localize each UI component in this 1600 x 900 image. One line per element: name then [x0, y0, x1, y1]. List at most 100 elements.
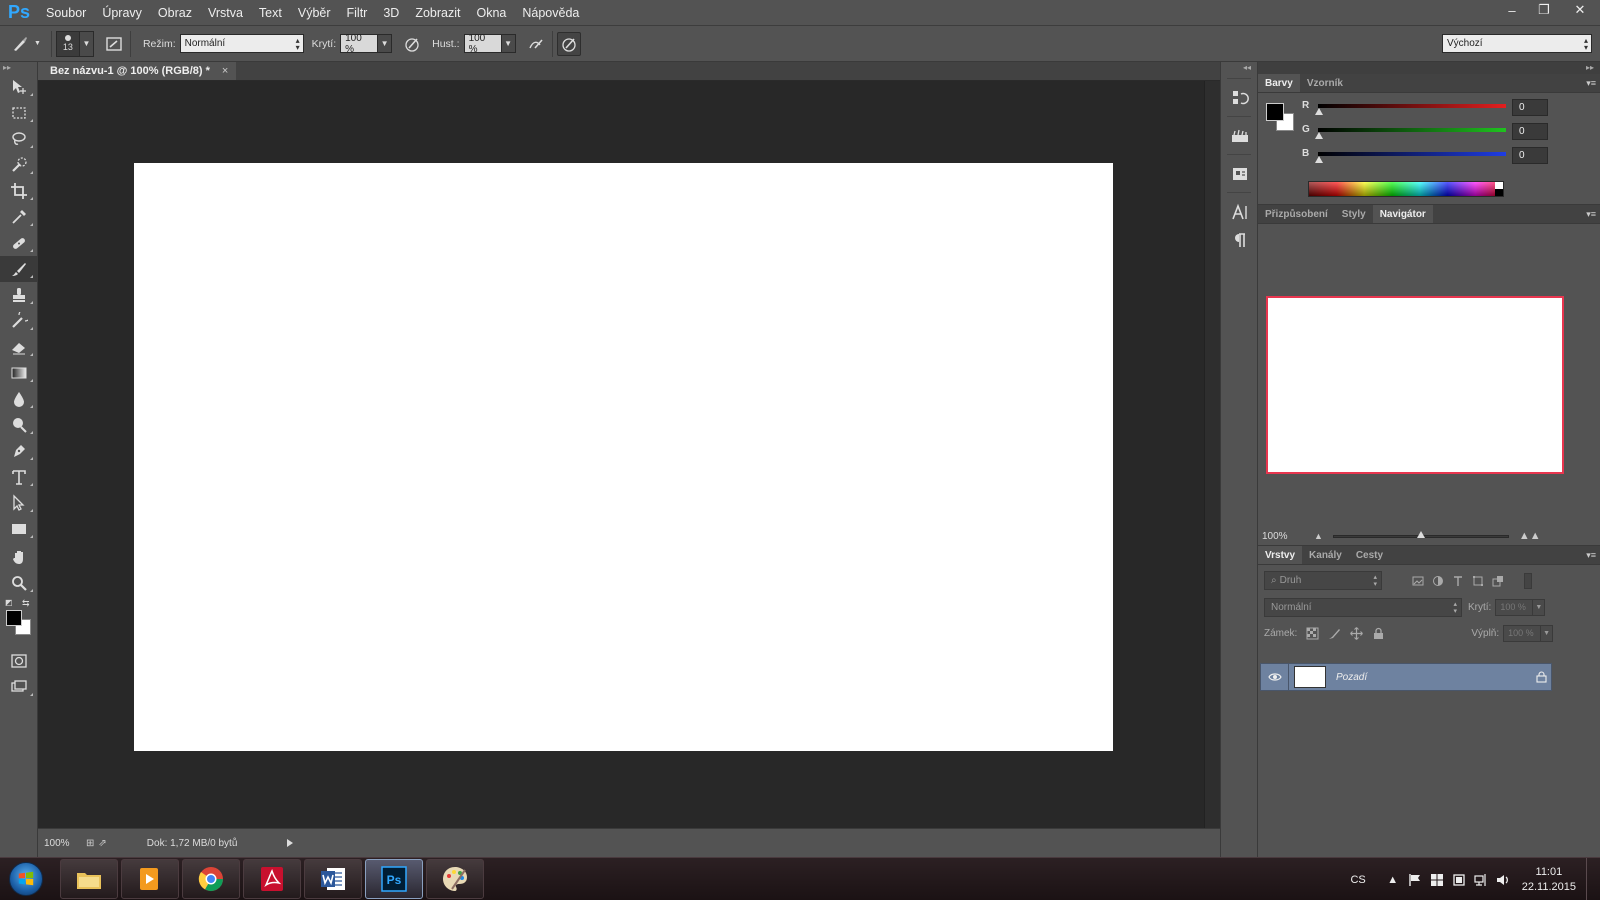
layer-thumbnail[interactable]: [1294, 666, 1326, 688]
layer-filter-select[interactable]: ⌕ Druh ▴ ▾: [1264, 571, 1382, 590]
visibility-eye-icon[interactable]: [1261, 663, 1289, 691]
red-channel-slider[interactable]: R 0: [1302, 99, 1592, 119]
opacity-input[interactable]: 100 %: [340, 33, 379, 55]
tab-cesty[interactable]: Cesty: [1349, 546, 1390, 564]
layer-opacity-dropdown[interactable]: ▼: [1533, 599, 1546, 616]
eraser-tool-icon[interactable]: [0, 334, 38, 360]
panel-menu-icon[interactable]: ▾≡: [1586, 550, 1596, 561]
workspace-select[interactable]: Výchozí ▴ ▾: [1442, 34, 1592, 53]
taskbar-media-player[interactable]: [121, 859, 179, 899]
taskbar-paint[interactable]: [426, 859, 484, 899]
brush-size-dropdown[interactable]: ▼: [79, 30, 94, 57]
red-slider-thumb[interactable]: [1315, 108, 1323, 115]
green-value-input[interactable]: 0: [1512, 123, 1548, 140]
fill-dropdown[interactable]: ▼: [1541, 625, 1554, 642]
panel-menu-icon[interactable]: ▾≡: [1586, 209, 1596, 220]
green-slider-thumb[interactable]: [1315, 132, 1323, 139]
dodge-tool-icon[interactable]: [0, 412, 38, 438]
brush-panel-toggle-icon[interactable]: [102, 32, 126, 56]
green-channel-slider[interactable]: G 0: [1302, 123, 1592, 143]
start-button[interactable]: [0, 858, 52, 900]
flow-dropdown[interactable]: ▼: [501, 34, 516, 53]
zoom-tool-icon[interactable]: [0, 570, 38, 596]
filter-smart-object-icon[interactable]: [1488, 575, 1508, 587]
clone-source-panel-icon[interactable]: [1221, 160, 1259, 188]
crop-tool-icon[interactable]: [0, 178, 38, 204]
menu-3d[interactable]: 3D: [375, 0, 407, 26]
status-zoom[interactable]: 100%: [38, 838, 82, 849]
close-document-icon[interactable]: ×: [222, 62, 228, 81]
filter-toggle-switch[interactable]: [1524, 572, 1532, 589]
menu-soubor[interactable]: Soubor: [38, 0, 94, 26]
history-brush-tool-icon[interactable]: [0, 308, 38, 334]
menu-upravy[interactable]: Úpravy: [94, 0, 150, 26]
menu-vrstva[interactable]: Vrstva: [200, 0, 251, 26]
zoom-slider-thumb[interactable]: [1416, 530, 1425, 538]
menu-napoveda[interactable]: Nápověda: [514, 0, 587, 26]
blend-mode-select[interactable]: Normální ▴ ▾: [1264, 598, 1462, 617]
brush-size-picker[interactable]: 13: [55, 30, 80, 57]
character-panel-icon[interactable]: [1221, 198, 1259, 226]
menu-okna[interactable]: Okna: [468, 0, 514, 26]
language-indicator[interactable]: CS: [1350, 874, 1365, 886]
menu-text[interactable]: Text: [251, 0, 290, 26]
dock-collapse-icon[interactable]: ◂◂: [1221, 62, 1257, 74]
taskbar-chrome[interactable]: [182, 859, 240, 899]
default-colors-icon[interactable]: ◩: [5, 598, 13, 607]
lock-position-icon[interactable]: [1345, 627, 1367, 640]
pressure-opacity-icon[interactable]: [400, 32, 424, 56]
blur-tool-icon[interactable]: [0, 386, 38, 412]
close-button[interactable]: ✕: [1560, 0, 1600, 20]
tab-barvy[interactable]: Barvy: [1258, 74, 1300, 92]
windows-update-icon[interactable]: [1426, 873, 1448, 887]
tab-prizpusobeni[interactable]: Přizpůsobení: [1258, 205, 1335, 223]
filter-type-icon[interactable]: [1448, 575, 1468, 587]
tab-navigator[interactable]: Navigátor: [1372, 205, 1433, 223]
status-menu-arrow-icon[interactable]: [287, 839, 294, 847]
zoom-in-icon[interactable]: ▲▲: [1519, 530, 1541, 542]
document-tab[interactable]: Bez názvu-1 @ 100% (RGB/8) * ×: [38, 62, 237, 81]
swap-colors-icon[interactable]: ⇆: [22, 598, 30, 609]
layer-opacity-input[interactable]: 100 %: [1495, 599, 1534, 616]
menu-vyber[interactable]: Výběr: [290, 0, 339, 26]
airbrush-icon[interactable]: [524, 32, 548, 56]
vertical-scrollbar[interactable]: [1204, 81, 1220, 828]
restore-button[interactable]: ❐: [1528, 0, 1560, 20]
pen-tool-icon[interactable]: [0, 438, 38, 464]
red-value-input[interactable]: 0: [1512, 99, 1548, 116]
navigator-view-box[interactable]: [1266, 296, 1564, 474]
paragraph-panel-icon[interactable]: [1221, 226, 1259, 254]
hand-tool-icon[interactable]: [0, 544, 38, 570]
mode-select[interactable]: Normální ▴ ▾: [179, 34, 304, 53]
layer-row[interactable]: Pozadí: [1260, 663, 1552, 691]
tab-vrstvy[interactable]: Vrstvy: [1258, 546, 1303, 564]
tab-vzornik[interactable]: Vzorník: [1300, 74, 1350, 92]
rectangle-tool-icon[interactable]: [0, 516, 38, 542]
menu-obraz[interactable]: Obraz: [150, 0, 200, 26]
green-slider-track[interactable]: [1318, 128, 1506, 132]
move-tool-icon[interactable]: [0, 74, 38, 100]
minimize-button[interactable]: –: [1496, 0, 1528, 20]
clock[interactable]: 11:01 22.11.2015: [1522, 865, 1576, 895]
taskbar-explorer[interactable]: [60, 859, 118, 899]
navigator-zoom-slider[interactable]: [1332, 530, 1509, 538]
filter-adjustment-icon[interactable]: [1428, 575, 1448, 587]
type-tool-icon[interactable]: [0, 464, 38, 490]
show-desktop-button[interactable]: [1586, 858, 1600, 900]
tab-styly[interactable]: Styly: [1335, 205, 1373, 223]
panel-menu-icon[interactable]: ▾≡: [1586, 78, 1596, 89]
status-export-icon[interactable]: ⇗: [98, 838, 106, 849]
black-white-swatch[interactable]: [1495, 182, 1503, 196]
filter-pixel-icon[interactable]: [1408, 575, 1428, 587]
foreground-color-swatch[interactable]: [6, 610, 22, 626]
brush-presets-panel-icon[interactable]: [1221, 122, 1259, 150]
foreground-color-swatch[interactable]: [1266, 103, 1284, 121]
lock-image-pixels-icon[interactable]: [1323, 627, 1345, 640]
menu-zobrazit[interactable]: Zobrazit: [407, 0, 468, 26]
right-dock-collapse-icon[interactable]: ▸▸: [1258, 62, 1600, 74]
menu-filtr[interactable]: Filtr: [339, 0, 376, 26]
healing-brush-tool-icon[interactable]: [0, 230, 38, 256]
quick-selection-tool-icon[interactable]: [0, 152, 38, 178]
path-selection-tool-icon[interactable]: [0, 490, 38, 516]
layer-name[interactable]: Pozadí: [1336, 672, 1531, 683]
